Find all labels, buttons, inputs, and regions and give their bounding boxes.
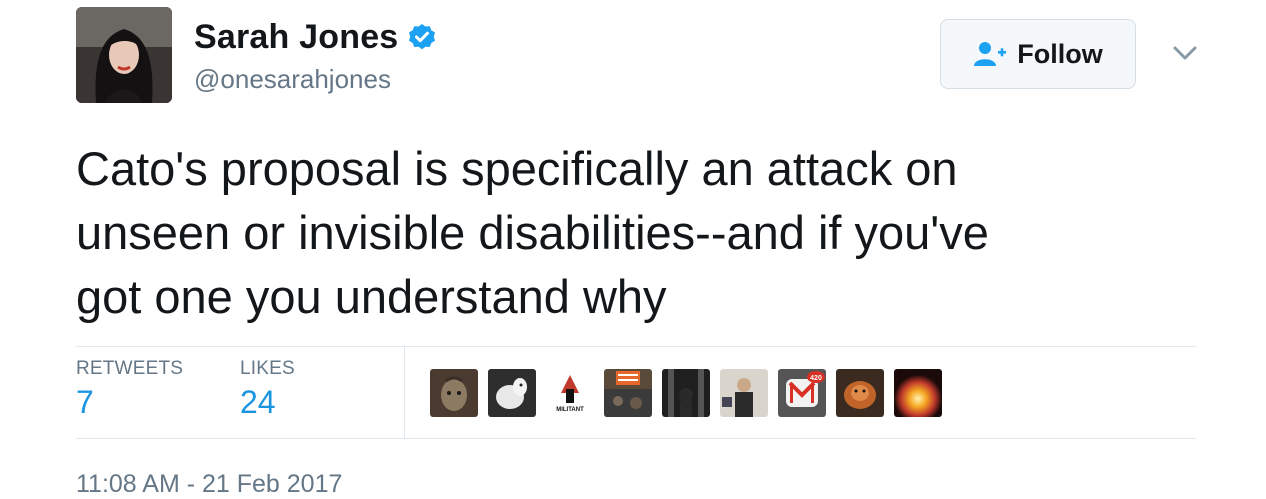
tweet-text: Cato's proposal is specifically an attac… <box>76 137 1206 329</box>
stats-top-divider <box>76 346 1196 347</box>
profile-avatar[interactable] <box>76 7 172 103</box>
tweet-text-line: unseen or invisible disabilities--and if… <box>76 206 989 259</box>
add-user-icon <box>973 41 1007 67</box>
stats-vertical-divider <box>404 347 405 438</box>
liker-avatar-2[interactable] <box>488 369 536 417</box>
liker-avatar-6[interactable] <box>720 369 768 417</box>
retweets-label: RETWEETS <box>76 358 184 379</box>
verified-badge-icon <box>406 22 438 54</box>
author-name-row[interactable]: Sarah Jones <box>194 18 438 57</box>
more-options-chevron-icon[interactable] <box>1170 38 1200 68</box>
liker-avatar-5[interactable] <box>662 369 710 417</box>
tweet-timestamp[interactable]: 11:08 AM - 21 Feb 2017 <box>76 470 342 499</box>
liker-avatar-1[interactable] <box>430 369 478 417</box>
likes-count[interactable]: 24 <box>240 384 295 421</box>
retweets-stat[interactable]: RETWEETS 7 <box>76 358 183 421</box>
retweets-count[interactable]: 7 <box>76 384 183 421</box>
liker-avatar-3-text: MILITANT <box>556 407 584 413</box>
liker-avatar-4[interactable] <box>604 369 652 417</box>
liker-avatar-8[interactable] <box>836 369 884 417</box>
follow-button[interactable]: Follow <box>940 19 1136 89</box>
tweet-text-line: Cato's proposal is specifically an attac… <box>76 142 958 195</box>
tweet-text-line: got one you understand why <box>76 270 667 323</box>
likes-label: LIKES <box>240 358 295 379</box>
stats-bottom-divider <box>76 438 1196 439</box>
likers-avatar-list: MILITANT 420 <box>430 369 952 417</box>
liker-avatar-7[interactable]: 420 <box>778 369 826 417</box>
follow-button-label: Follow <box>1017 38 1103 69</box>
liker-avatar-7-badge: 420 <box>810 375 822 382</box>
liker-avatar-9[interactable] <box>894 369 942 417</box>
author-handle[interactable]: @onesarahjones <box>194 64 391 95</box>
liker-avatar-3[interactable]: MILITANT <box>546 369 594 417</box>
author-display-name[interactable]: Sarah Jones <box>194 18 398 57</box>
likes-stat[interactable]: LIKES 24 <box>240 358 295 421</box>
